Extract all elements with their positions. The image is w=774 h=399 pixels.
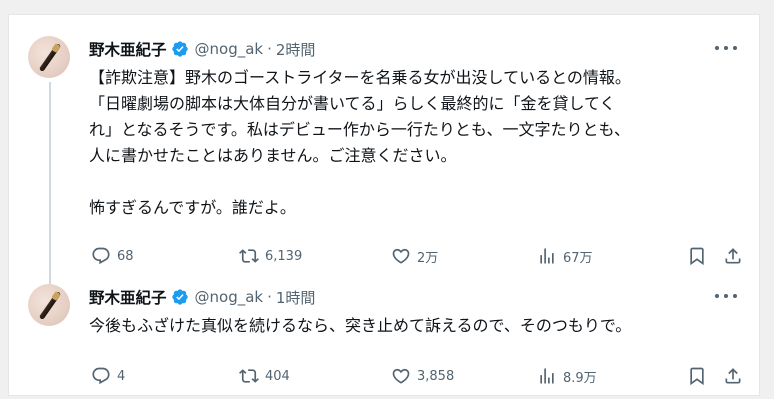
tweet-text-line: 「日曜劇場の脚本は大体自分が書いてる」らしく最終的に「金を貸してく <box>89 94 616 113</box>
tweet-text-line: 今後もふざけた真似を続けるなら、突き止めて訴えるので、そのつもりで。 <box>89 316 632 335</box>
retweet-count: 6,139 <box>265 248 303 264</box>
views-chart-icon <box>540 248 554 264</box>
avatar[interactable] <box>28 284 70 326</box>
separator-dot: · <box>267 40 272 58</box>
tweet-actions: 68 6,139 2万 67万 <box>91 244 751 268</box>
like-button[interactable]: 2万 <box>391 244 438 268</box>
retweet-icon <box>239 369 259 383</box>
view-count: 8.9万 <box>563 370 597 386</box>
tweet-text-line: 人に書かせたことはありません。ご注意ください。 <box>89 146 457 165</box>
reply-button[interactable]: 68 <box>91 244 134 268</box>
retweet-button[interactable]: 404 <box>239 364 290 388</box>
user-handle[interactable]: @nog_ak <box>195 288 264 306</box>
retweet-count: 404 <box>265 368 290 384</box>
share-icon[interactable] <box>723 246 743 266</box>
reply-icon <box>92 247 110 265</box>
tweet-text-line: 怖すぎるんですが。誰だよ。 <box>89 198 296 217</box>
display-name[interactable]: 野木亜紀子 <box>89 38 167 60</box>
avatar[interactable] <box>28 36 70 78</box>
verified-badge-icon <box>171 41 188 57</box>
bookmark-icon[interactable] <box>687 246 707 266</box>
display-name[interactable]: 野木亜紀子 <box>89 286 167 308</box>
tweet-header: 野木亜紀子 @nog_ak · 2時間 <box>89 38 315 60</box>
verified-badge-icon <box>171 289 188 305</box>
separator-dot: · <box>267 288 272 306</box>
tweet[interactable]: 野木亜紀子 @nog_ak · 2時間 【詐欺注意】野木のゴーストライターを名乗… <box>9 32 759 294</box>
timeline-thread: 野木亜紀子 @nog_ak · 2時間 【詐欺注意】野木のゴーストライターを名乗… <box>8 14 760 396</box>
heart-icon <box>392 248 410 264</box>
tweet-text: 【詐欺注意】野木のゴーストライターを名乗る女が出没しているとの情報。 「日曜劇場… <box>89 65 749 221</box>
tweet-header: 野木亜紀子 @nog_ak · 1時間 <box>89 286 315 308</box>
reply-button[interactable]: 4 <box>91 364 125 388</box>
reply-count: 4 <box>117 368 126 384</box>
tweet-text: 今後もふざけた真似を続けるなら、突き止めて訴えるので、そのつもりで。 <box>89 313 749 339</box>
reply-count: 68 <box>117 248 134 264</box>
user-handle[interactable]: @nog_ak <box>195 40 264 58</box>
bookmark-icon[interactable] <box>687 366 707 386</box>
views-chart-icon <box>540 368 554 384</box>
retweet-icon <box>239 249 259 263</box>
like-button[interactable]: 3,858 <box>391 364 454 388</box>
retweet-button[interactable]: 6,139 <box>239 244 302 268</box>
more-options-icon[interactable] <box>715 43 737 53</box>
views-button[interactable]: 67万 <box>537 244 593 268</box>
share-icon[interactable] <box>723 366 743 386</box>
tweet[interactable]: 野木亜紀子 @nog_ak · 1時間 今後もふざけた真似を続けるなら、突き止め… <box>9 280 759 390</box>
timestamp[interactable]: 1時間 <box>276 287 316 308</box>
views-button[interactable]: 8.9万 <box>537 364 597 388</box>
reply-icon <box>92 367 110 385</box>
more-options-icon[interactable] <box>715 291 737 301</box>
timestamp[interactable]: 2時間 <box>276 39 316 60</box>
tweet-actions: 4 404 3,858 8.9万 <box>91 364 751 388</box>
heart-icon <box>392 368 410 384</box>
thread-connector-line <box>49 82 51 294</box>
view-count: 67万 <box>563 250 593 266</box>
like-count: 3,858 <box>417 368 455 384</box>
tweet-text-line: れ」となるそうです。私はデビュー作から一行たりとも、一文字たりとも、 <box>89 120 630 139</box>
tweet-text-line: 【詐欺注意】野木のゴーストライターを名乗る女が出没しているとの情報。 <box>89 68 631 87</box>
like-count: 2万 <box>417 250 439 266</box>
